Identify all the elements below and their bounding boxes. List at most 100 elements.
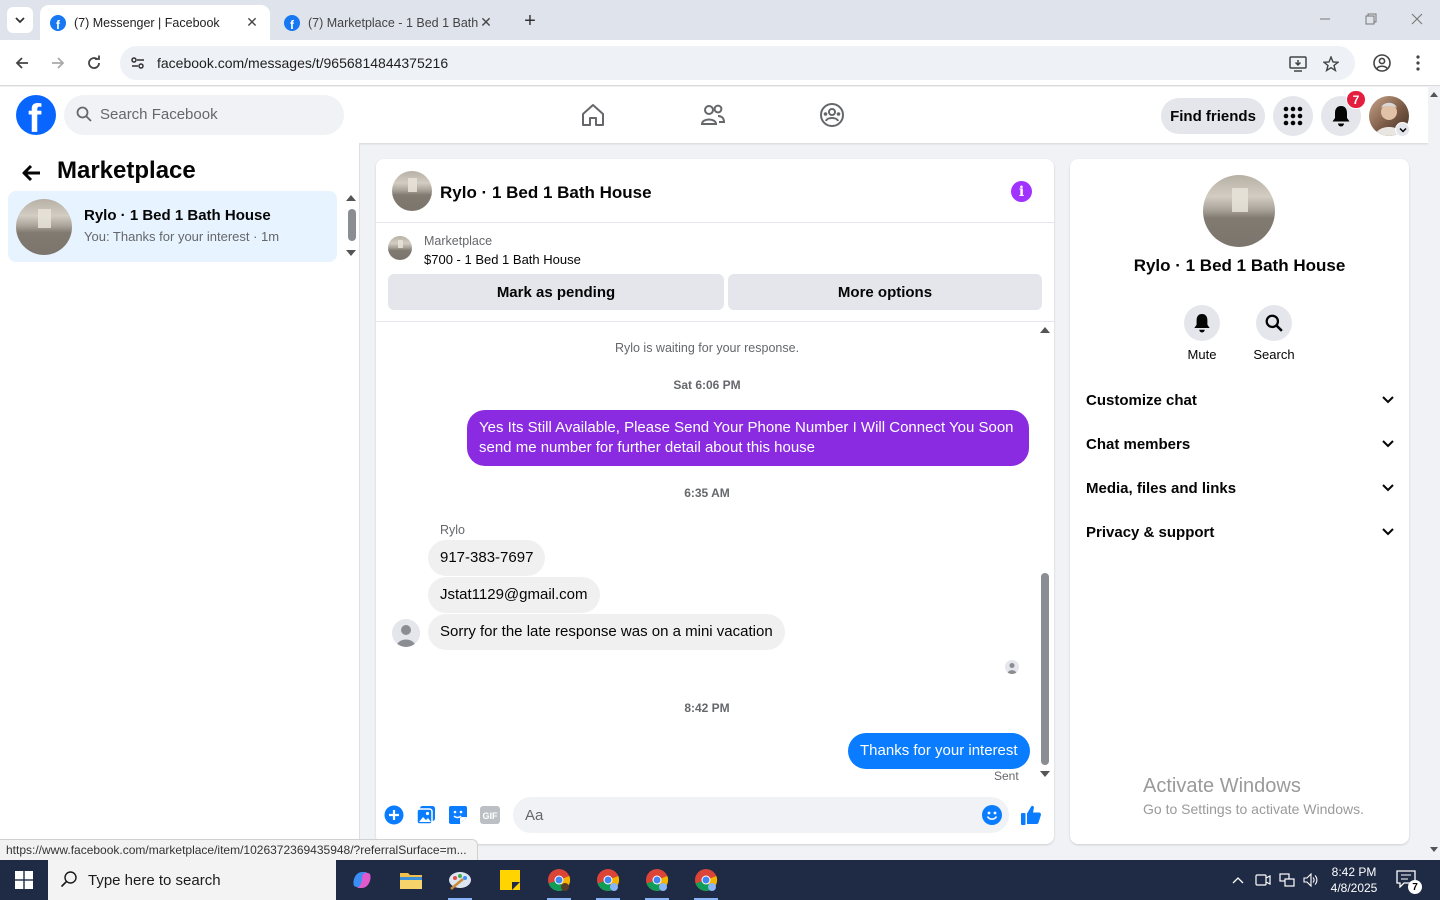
address-bar[interactable]: facebook.com/messages/t/9656814844375216: [120, 46, 1355, 80]
paint-app-icon[interactable]: [444, 864, 476, 900]
chat-list-item[interactable]: Rylo · 1 Bed 1 Bath House You: Thanks fo…: [8, 191, 337, 262]
tab-search-button[interactable]: [7, 7, 33, 33]
chat-list-pane: Marketplace Rylo · 1 Bed 1 Bath House Yo…: [0, 143, 360, 860]
emoji-icon[interactable]: [982, 805, 1002, 825]
chrome-app-icon[interactable]: [543, 864, 575, 900]
privacy-support-section[interactable]: Privacy & support: [1086, 514, 1394, 550]
conversation-title[interactable]: Rylo · 1 Bed 1 Bath House: [440, 183, 652, 203]
chevron-down-icon: [1382, 484, 1394, 492]
facebook-favicon-icon: f: [284, 14, 300, 31]
scroll-up-arrow[interactable]: [346, 195, 356, 201]
start-button[interactable]: [0, 860, 48, 900]
plus-circle-icon[interactable]: [383, 804, 405, 826]
copilot-app-icon[interactable]: [346, 864, 378, 896]
new-tab-button[interactable]: +: [518, 9, 542, 33]
chrome-profile-icon[interactable]: [592, 864, 624, 900]
account-chevron-icon[interactable]: [1395, 122, 1410, 137]
home-icon[interactable]: [579, 101, 607, 129]
thumbs-up-icon[interactable]: [1020, 804, 1042, 826]
tab-close-icon[interactable]: ✕: [478, 14, 494, 31]
page-scrollbar[interactable]: [1428, 87, 1440, 860]
search-in-chat-button[interactable]: Search: [1244, 305, 1304, 362]
minimize-icon[interactable]: [1314, 8, 1336, 30]
browser-menu-icon[interactable]: [1405, 50, 1431, 76]
incoming-message[interactable]: Sorry for the late response was on a min…: [428, 614, 785, 650]
taskbar-clock[interactable]: 8:42 PM 4/8/2025: [1322, 864, 1386, 896]
reload-button[interactable]: [81, 50, 107, 76]
arrow-right-icon: [52, 57, 65, 69]
sender-avatar[interactable]: [392, 619, 420, 647]
outgoing-message[interactable]: Yes Its Still Available, Please Send You…: [467, 410, 1029, 466]
message-input[interactable]: [513, 797, 1009, 833]
back-button[interactable]: [9, 50, 35, 76]
sticker-icon[interactable]: [447, 804, 469, 826]
tab-close-icon[interactable]: ✕: [244, 14, 260, 31]
chat-members-section[interactable]: Chat members: [1086, 426, 1394, 462]
file-explorer-icon[interactable]: [395, 864, 427, 896]
sent-status: Sent: [994, 769, 1019, 783]
bookmark-star-icon[interactable]: [1321, 54, 1341, 74]
message-line: send me number for further detail about …: [479, 439, 816, 456]
scrollbar-thumb[interactable]: [1041, 573, 1049, 765]
close-window-icon[interactable]: [1406, 8, 1428, 30]
groups-icon[interactable]: [818, 101, 846, 129]
install-app-icon[interactable]: [1288, 54, 1308, 74]
volume-icon[interactable]: [1303, 872, 1319, 888]
listing-source: Marketplace: [424, 234, 493, 248]
friends-icon[interactable]: [699, 101, 727, 129]
taskbar-search-box[interactable]: Type here to search: [48, 860, 336, 900]
chrome-profile-icon[interactable]: [690, 864, 722, 900]
outgoing-message[interactable]: Thanks for your interest: [848, 733, 1030, 769]
timestamp: Sat 6:06 PM: [673, 378, 741, 392]
meet-now-icon[interactable]: [1255, 872, 1271, 888]
facebook-search-input[interactable]: Search Facebook: [64, 95, 344, 135]
tab-marketplace[interactable]: f (7) Marketplace - 1 Bed 1 Bath House ✕: [274, 5, 504, 40]
mark-as-pending-button[interactable]: Mark as pending: [388, 274, 724, 310]
chat-details-avatar[interactable]: [1203, 175, 1275, 247]
scroll-up-arrow[interactable]: [1040, 327, 1050, 333]
mute-button[interactable]: Mute: [1172, 305, 1232, 362]
watermark-title: Activate Windows: [1143, 775, 1301, 797]
incoming-message[interactable]: Jstat1129@gmail.com: [428, 577, 600, 613]
network-icon[interactable]: [1279, 872, 1295, 888]
action-center-badge: 7: [1408, 880, 1422, 894]
section-label: Customize chat: [1086, 391, 1197, 409]
timestamp: 8:42 PM: [684, 701, 730, 715]
back-arrow-icon[interactable]: [20, 161, 44, 185]
listing-thumbnail: [16, 199, 72, 255]
tab-messenger[interactable]: f (7) Messenger | Facebook ✕: [40, 5, 270, 40]
conversation-panel: Rylo · 1 Bed 1 Bath House i Marketplace …: [376, 159, 1054, 844]
restore-icon[interactable]: [1360, 8, 1382, 30]
listing-thumbnail[interactable]: [388, 236, 412, 260]
info-icon[interactable]: i: [1011, 181, 1032, 202]
photo-icon[interactable]: [415, 804, 437, 826]
sticky-notes-icon[interactable]: [494, 864, 526, 896]
arrow-left-icon: [15, 57, 28, 69]
message-text-field[interactable]: [525, 797, 965, 833]
chrome-profile-icon[interactable]: [641, 864, 673, 900]
profile-icon[interactable]: [1369, 50, 1395, 76]
tab-title: (7) Marketplace - 1 Bed 1 Bath House: [308, 15, 478, 30]
scrollbar-thumb[interactable]: [348, 209, 356, 241]
conversation-avatar[interactable]: [392, 171, 432, 211]
scroll-down-arrow[interactable]: [346, 250, 356, 256]
customize-chat-section[interactable]: Customize chat: [1086, 382, 1394, 418]
section-label: Media, files and links: [1086, 479, 1237, 497]
listing-title[interactable]: $700 - 1 Bed 1 Bath House: [424, 252, 581, 267]
more-options-button[interactable]: More options: [728, 274, 1042, 310]
facebook-logo-icon[interactable]: f: [16, 95, 56, 135]
pane-title: Marketplace: [57, 157, 196, 184]
message-composer: GIF: [376, 791, 1054, 839]
gif-icon[interactable]: GIF: [479, 804, 501, 826]
tab-title: (7) Messenger | Facebook: [74, 15, 220, 30]
find-friends-button[interactable]: Find friends: [1161, 98, 1265, 134]
menu-grid-button[interactable]: [1273, 96, 1313, 136]
forward-button[interactable]: [45, 50, 71, 76]
site-info-icon[interactable]: [128, 53, 148, 73]
chevron-up-icon[interactable]: [1230, 872, 1246, 888]
chat-name: Rylo · 1 Bed 1 Bath House: [84, 207, 271, 224]
media-files-links-section[interactable]: Media, files and links: [1086, 470, 1394, 506]
scroll-down-arrow[interactable]: [1040, 771, 1050, 777]
windows-taskbar: Type here to search 8:42 PM 4/8/2025 7: [0, 860, 1440, 900]
incoming-message[interactable]: 917-383-7697: [428, 540, 546, 576]
